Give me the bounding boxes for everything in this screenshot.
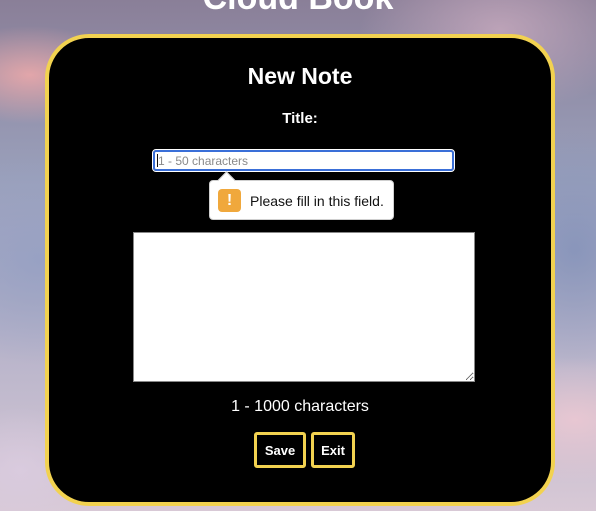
exclamation-warning-icon: ! — [218, 189, 241, 212]
body-char-hint: 1 - 1000 characters — [231, 398, 369, 415]
note-body-textarea[interactable] — [133, 232, 475, 382]
validation-message: Please fill in this field. — [250, 193, 384, 209]
title-input[interactable] — [152, 149, 455, 172]
text-caret — [157, 154, 158, 167]
save-button[interactable]: Save — [254, 432, 306, 468]
new-note-card: New Note Title: ! Please fill in this fi… — [45, 34, 555, 506]
validation-tooltip: ! Please fill in this field. — [209, 180, 394, 220]
form-heading: New Note — [247, 63, 353, 89]
title-label: Title: — [282, 110, 318, 127]
exit-button[interactable]: Exit — [311, 432, 355, 468]
app-title: Cloud Book — [0, 0, 596, 18]
